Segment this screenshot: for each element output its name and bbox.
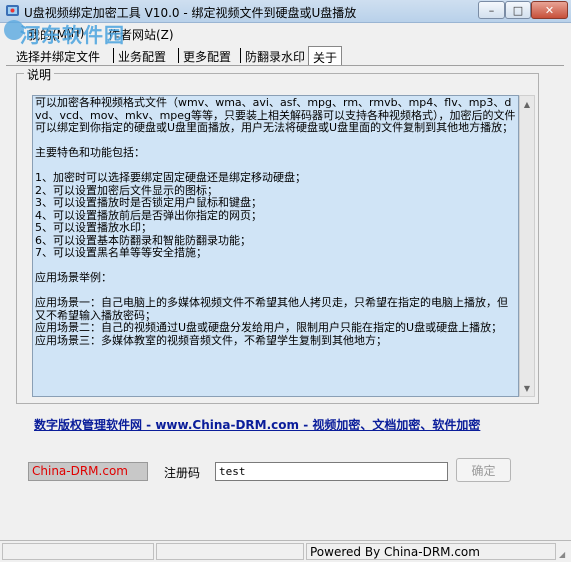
tab-business-config[interactable]: 业务配置 [114, 46, 170, 65]
menu-item-help[interactable]: (H) [66, 26, 84, 40]
scroll-down-icon[interactable]: ▼ [520, 380, 534, 396]
tab-anti-record-watermark[interactable]: 防翻录水印 [241, 46, 309, 65]
maximize-button[interactable]: □ [505, 1, 531, 19]
status-pane-left [2, 543, 154, 560]
tab-divider-line [6, 65, 564, 66]
status-powered-by: Powered By China-DRM.com [306, 543, 556, 560]
window-title: U盘视频绑定加密工具 V10.0 - 绑定视频文件到硬盘或U盘播放 [24, 6, 357, 20]
status-pane-middle [156, 543, 304, 560]
close-button[interactable]: ✕ [531, 1, 568, 19]
watermark-logo-icon [4, 20, 24, 40]
status-bar: Powered By China-DRM.com ◢ [0, 540, 571, 562]
description-text[interactable]: 可以加密各种视频格式文件（wmv、wma、avi、asf、mpg、rm、rmvb… [32, 95, 519, 397]
group-title: 说明 [24, 66, 55, 83]
tab-about[interactable]: 关于 [308, 46, 343, 66]
tab-bind-files[interactable]: 选择并绑定文件 [12, 46, 104, 65]
menu-item-author-site[interactable]: 作者网站(Z) [108, 26, 174, 43]
minimize-button[interactable]: – [478, 1, 505, 19]
registration-code-input[interactable] [215, 462, 448, 481]
scroll-up-icon[interactable]: ▲ [520, 96, 534, 112]
registration-label: 注册码 [164, 466, 201, 480]
website-link[interactable]: 数字版权管理软件网 - www.China-DRM.com - 视频加密、文档加… [34, 416, 480, 433]
brand-label: China-DRM.com [28, 462, 148, 481]
confirm-button[interactable]: 确定 [456, 458, 511, 482]
app-icon [6, 5, 19, 16]
menu-bar: 我的(M) (H) 作者网站(Z) [0, 23, 571, 43]
tab-more-config[interactable]: 更多配置 [179, 46, 235, 65]
resize-grip-icon[interactable]: ◢ [559, 550, 569, 560]
title-bar[interactable]: U盘视频绑定加密工具 V10.0 - 绑定视频文件到硬盘或U盘播放 – □ ✕ [0, 0, 571, 23]
description-scrollbar[interactable]: ▲ ▼ [519, 95, 535, 397]
